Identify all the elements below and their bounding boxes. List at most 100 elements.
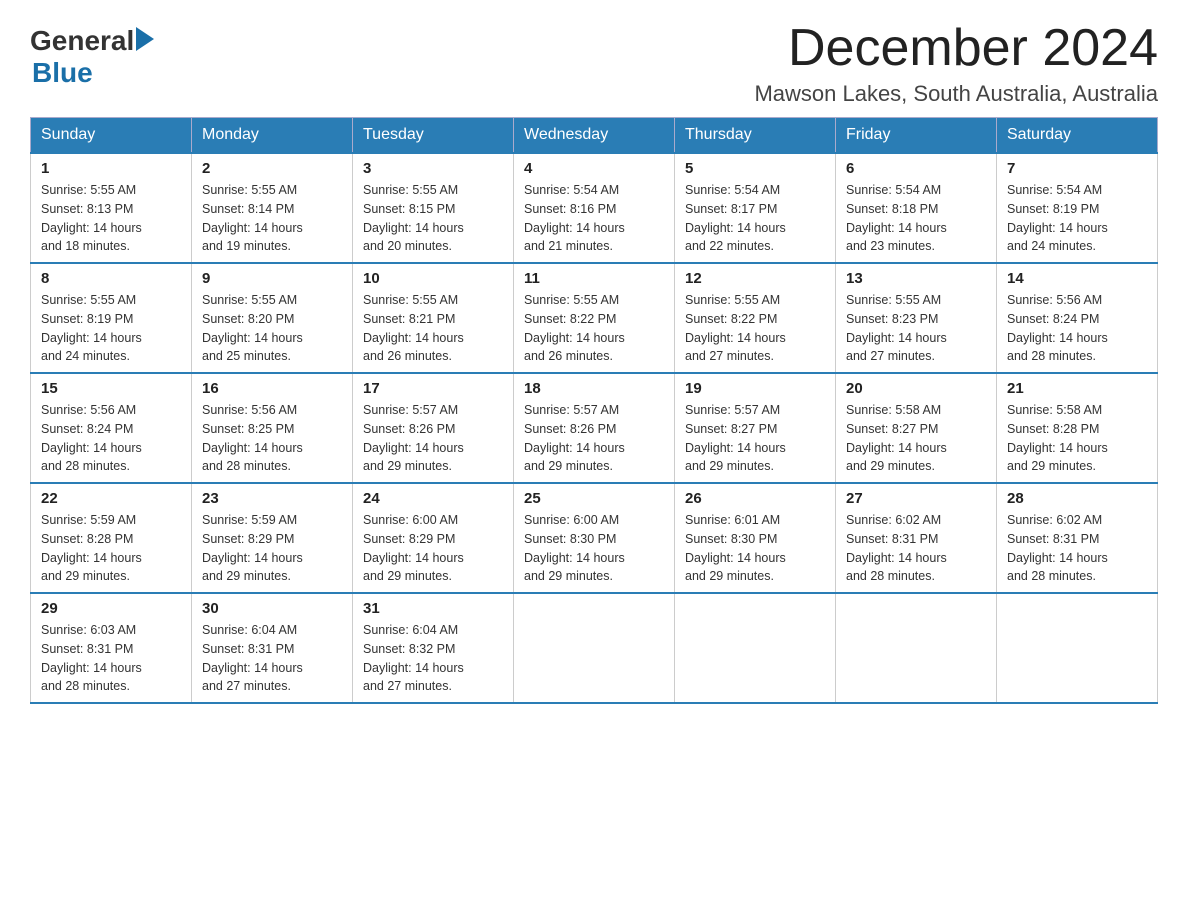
day-info: Sunrise: 6:02 AMSunset: 8:31 PMDaylight:… [1007,511,1147,586]
day-info: Sunrise: 5:55 AMSunset: 8:19 PMDaylight:… [41,291,181,366]
day-number: 30 [202,600,342,617]
day-info: Sunrise: 6:04 AMSunset: 8:31 PMDaylight:… [202,621,342,696]
calendar-cell: 18 Sunrise: 5:57 AMSunset: 8:26 PMDayligh… [514,373,675,483]
calendar-header-row: SundayMondayTuesdayWednesdayThursdayFrid… [31,118,1158,154]
calendar-cell: 25Sunrise: 6:00 AMSunset: 8:30 PMDayligh… [514,483,675,593]
calendar-cell: 29 Sunrise: 6:03 AMSunset: 8:31 PMDayligh… [31,593,192,703]
day-number: 26 [685,490,825,507]
calendar-week-row: 22 Sunrise: 5:59 AMSunset: 8:28 PMDayligh… [31,483,1158,593]
day-number: 23 [202,490,342,507]
calendar-cell: 12 Sunrise: 5:55 AMSunset: 8:22 PMDayligh… [675,263,836,373]
day-number: 17 [363,380,503,397]
calendar-cell: 17 Sunrise: 5:57 AMSunset: 8:26 PMDayligh… [353,373,514,483]
weekday-header-monday: Monday [192,118,353,154]
day-number: 14 [1007,270,1147,287]
day-info: Sunrise: 5:55 AMSunset: 8:22 PMDaylight:… [685,291,825,366]
day-info: Sunrise: 5:54 AMSunset: 8:19 PMDaylight:… [1007,181,1147,256]
day-number: 5 [685,160,825,177]
calendar-cell: 24 Sunrise: 6:00 AMSunset: 8:29 PMDayligh… [353,483,514,593]
day-number: 3 [363,160,503,177]
day-info: Sunrise: 5:55 AMSunset: 8:21 PMDaylight:… [363,291,503,366]
logo: General Blue [30,20,154,89]
day-info: Sunrise: 5:58 AMSunset: 8:27 PMDaylight:… [846,401,986,476]
day-number: 6 [846,160,986,177]
day-info: Sunrise: 6:04 AMSunset: 8:32 PMDaylight:… [363,621,503,696]
day-number: 20 [846,380,986,397]
calendar-cell: 7Sunrise: 5:54 AMSunset: 8:19 PMDaylight… [997,153,1158,263]
day-info: Sunrise: 5:57 AMSunset: 8:26 PMDaylight:… [363,401,503,476]
weekday-header-tuesday: Tuesday [353,118,514,154]
calendar-cell: 4 Sunrise: 5:54 AMSunset: 8:16 PMDaylight… [514,153,675,263]
calendar-week-row: 1Sunrise: 5:55 AMSunset: 8:13 PMDaylight… [31,153,1158,263]
day-info: Sunrise: 5:57 AMSunset: 8:26 PMDaylight:… [524,401,664,476]
calendar-week-row: 8 Sunrise: 5:55 AMSunset: 8:19 PMDaylight… [31,263,1158,373]
calendar-cell: 28 Sunrise: 6:02 AMSunset: 8:31 PMDayligh… [997,483,1158,593]
calendar-cell: 3 Sunrise: 5:55 AMSunset: 8:15 PMDaylight… [353,153,514,263]
day-number: 15 [41,380,181,397]
day-info: Sunrise: 5:55 AMSunset: 8:20 PMDaylight:… [202,291,342,366]
day-number: 19 [685,380,825,397]
day-info: Sunrise: 5:55 AMSunset: 8:15 PMDaylight:… [363,181,503,256]
day-number: 13 [846,270,986,287]
logo-blue-text: Blue [32,57,93,88]
calendar-cell: 2 Sunrise: 5:55 AMSunset: 8:14 PMDaylight… [192,153,353,263]
day-info: Sunrise: 6:00 AMSunset: 8:29 PMDaylight:… [363,511,503,586]
day-number: 18 [524,380,664,397]
location-title: Mawson Lakes, South Australia, Australia [754,81,1158,107]
day-info: Sunrise: 5:59 AMSunset: 8:28 PMDaylight:… [41,511,181,586]
day-info: Sunrise: 5:55 AMSunset: 8:22 PMDaylight:… [524,291,664,366]
calendar-cell: 5 Sunrise: 5:54 AMSunset: 8:17 PMDaylight… [675,153,836,263]
calendar-cell: 22 Sunrise: 5:59 AMSunset: 8:28 PMDayligh… [31,483,192,593]
calendar-cell: 1Sunrise: 5:55 AMSunset: 8:13 PMDaylight… [31,153,192,263]
day-info: Sunrise: 6:01 AMSunset: 8:30 PMDaylight:… [685,511,825,586]
title-section: December 2024 Mawson Lakes, South Austra… [754,20,1158,107]
day-number: 27 [846,490,986,507]
day-number: 22 [41,490,181,507]
logo-arrow-icon [136,27,154,51]
month-title: December 2024 [754,20,1158,77]
page-header: General Blue December 2024 Mawson Lakes,… [30,20,1158,107]
day-number: 21 [1007,380,1147,397]
calendar-cell [997,593,1158,703]
day-number: 9 [202,270,342,287]
calendar-cell: 16Sunrise: 5:56 AMSunset: 8:25 PMDayligh… [192,373,353,483]
calendar-cell: 31 Sunrise: 6:04 AMSunset: 8:32 PMDayligh… [353,593,514,703]
calendar-cell [675,593,836,703]
calendar-cell: 23Sunrise: 5:59 AMSunset: 8:29 PMDayligh… [192,483,353,593]
day-number: 12 [685,270,825,287]
day-number: 4 [524,160,664,177]
day-info: Sunrise: 5:55 AMSunset: 8:14 PMDaylight:… [202,181,342,256]
day-info: Sunrise: 5:56 AMSunset: 8:24 PMDaylight:… [1007,291,1147,366]
day-info: Sunrise: 5:54 AMSunset: 8:16 PMDaylight:… [524,181,664,256]
calendar-cell: 11 Sunrise: 5:55 AMSunset: 8:22 PMDayligh… [514,263,675,373]
day-number: 28 [1007,490,1147,507]
weekday-header-friday: Friday [836,118,997,154]
day-info: Sunrise: 5:54 AMSunset: 8:17 PMDaylight:… [685,181,825,256]
calendar-cell [836,593,997,703]
calendar-table: SundayMondayTuesdayWednesdayThursdayFrid… [30,117,1158,704]
calendar-cell: 13 Sunrise: 5:55 AMSunset: 8:23 PMDayligh… [836,263,997,373]
calendar-cell: 9 Sunrise: 5:55 AMSunset: 8:20 PMDaylight… [192,263,353,373]
day-number: 11 [524,270,664,287]
calendar-cell: 30 Sunrise: 6:04 AMSunset: 8:31 PMDayligh… [192,593,353,703]
day-number: 31 [363,600,503,617]
calendar-cell: 14 Sunrise: 5:56 AMSunset: 8:24 PMDayligh… [997,263,1158,373]
day-number: 24 [363,490,503,507]
day-number: 2 [202,160,342,177]
calendar-week-row: 29 Sunrise: 6:03 AMSunset: 8:31 PMDayligh… [31,593,1158,703]
calendar-cell: 19Sunrise: 5:57 AMSunset: 8:27 PMDayligh… [675,373,836,483]
day-number: 29 [41,600,181,617]
day-info: Sunrise: 6:02 AMSunset: 8:31 PMDaylight:… [846,511,986,586]
calendar-cell: 20 Sunrise: 5:58 AMSunset: 8:27 PMDayligh… [836,373,997,483]
calendar-cell: 15Sunrise: 5:56 AMSunset: 8:24 PMDayligh… [31,373,192,483]
calendar-cell: 6Sunrise: 5:54 AMSunset: 8:18 PMDaylight… [836,153,997,263]
day-info: Sunrise: 6:03 AMSunset: 8:31 PMDaylight:… [41,621,181,696]
day-number: 16 [202,380,342,397]
calendar-cell: 10Sunrise: 5:55 AMSunset: 8:21 PMDayligh… [353,263,514,373]
calendar-cell: 8 Sunrise: 5:55 AMSunset: 8:19 PMDaylight… [31,263,192,373]
day-info: Sunrise: 5:55 AMSunset: 8:23 PMDaylight:… [846,291,986,366]
calendar-cell: 21Sunrise: 5:58 AMSunset: 8:28 PMDayligh… [997,373,1158,483]
day-number: 1 [41,160,181,177]
day-number: 8 [41,270,181,287]
calendar-cell [514,593,675,703]
